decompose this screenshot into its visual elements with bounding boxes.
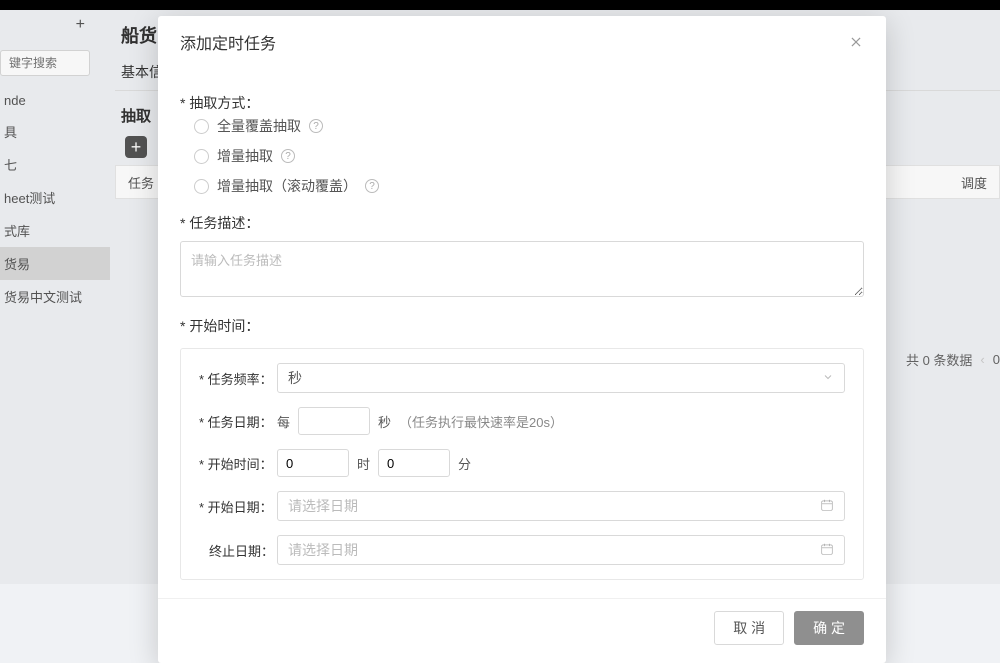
end-date-label: 终止日期： xyxy=(199,541,277,560)
hour-unit: 时 xyxy=(357,454,370,473)
freq-value: 秒 xyxy=(288,368,302,388)
help-icon[interactable]: ? xyxy=(365,179,379,193)
start-time-section-label: 开始时间： xyxy=(180,316,864,336)
close-icon[interactable] xyxy=(848,34,864,50)
freq-select[interactable]: 秒 xyxy=(277,363,845,393)
radio-icon xyxy=(194,119,209,134)
rate-hint: （任务执行最快速率是20s） xyxy=(399,412,563,431)
radio-incremental-roll[interactable]: 增量抽取（滚动覆盖） ? xyxy=(194,176,864,196)
radio-icon xyxy=(194,149,209,164)
radio-incremental[interactable]: 增量抽取 ? xyxy=(194,146,864,166)
min-unit: 分 xyxy=(458,454,471,473)
schedule-box: 任务频率： 秒 任务日期： 每 秒 （任务执行最快速率是20s） xyxy=(180,348,864,580)
cancel-button[interactable]: 取 消 xyxy=(714,611,784,645)
radio-label: 增量抽取（滚动覆盖） xyxy=(217,176,357,196)
start-hour-input[interactable] xyxy=(277,449,349,477)
radio-label: 全量覆盖抽取 xyxy=(217,116,301,136)
radio-icon xyxy=(194,179,209,194)
date-placeholder: 请选择日期 xyxy=(288,496,358,516)
radio-label: 增量抽取 xyxy=(217,146,273,166)
end-date-picker[interactable]: 请选择日期 xyxy=(277,535,845,565)
start-date-label: 开始日期： xyxy=(199,497,277,516)
freq-label: 任务频率： xyxy=(199,369,277,388)
calendar-icon xyxy=(820,498,834,515)
help-icon[interactable]: ? xyxy=(281,149,295,163)
task-date-label: 任务日期： xyxy=(199,412,277,431)
interval-input[interactable] xyxy=(298,407,370,435)
calendar-icon xyxy=(820,542,834,559)
prefix-every: 每 xyxy=(277,412,290,431)
start-date-picker[interactable]: 请选择日期 xyxy=(277,491,845,521)
add-task-modal: 添加定时任务 抽取方式： 全量覆盖抽取 ? 增量抽取 ? 增量抽取（滚动覆盖） … xyxy=(158,16,886,663)
task-desc-label: 任务描述： xyxy=(180,210,260,233)
start-time-label: 开始时间： xyxy=(199,454,277,473)
start-min-input[interactable] xyxy=(378,449,450,477)
ok-button[interactable]: 确 定 xyxy=(794,611,864,645)
radio-full[interactable]: 全量覆盖抽取 ? xyxy=(194,116,864,136)
help-icon[interactable]: ? xyxy=(309,119,323,133)
chevron-down-icon xyxy=(822,370,834,386)
task-desc-input[interactable] xyxy=(180,241,864,297)
unit-sec: 秒 xyxy=(378,412,391,431)
extract-mode-label: 抽取方式： xyxy=(180,90,260,113)
modal-title: 添加定时任务 xyxy=(180,30,276,54)
date-placeholder: 请选择日期 xyxy=(288,540,358,560)
